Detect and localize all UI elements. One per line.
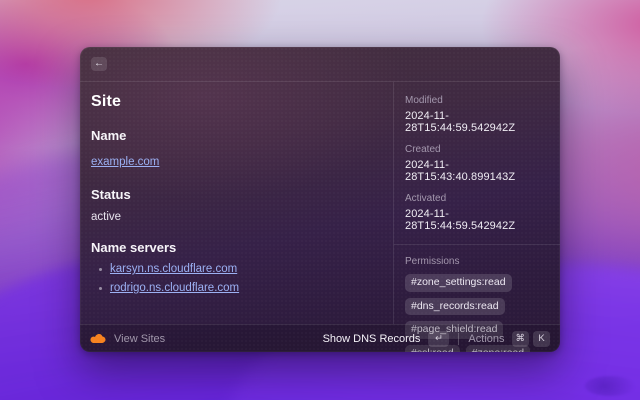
nameserver-list: karsyn.ns.cloudflare.com rodrigo.ns.clou… [91, 263, 377, 294]
name-section-heading: Name [91, 128, 377, 143]
metadata-divider [394, 244, 560, 245]
show-dns-records-button[interactable]: Show DNS Records [323, 333, 421, 345]
list-item: karsyn.ns.cloudflare.com [99, 263, 377, 275]
metadata-activated: Activated 2024-11-28T15:44:59.542942Z [405, 193, 550, 232]
created-value: 2024-11-28T15:43:40.899143Z [405, 159, 550, 183]
bullet-icon [99, 287, 102, 290]
created-label: Created [405, 144, 550, 155]
metadata-modified: Modified 2024-11-28T15:44:59.542942Z [405, 95, 550, 134]
permissions-label: Permissions [405, 256, 550, 267]
nameserver-link[interactable]: rodrigo.ns.cloudflare.com [110, 282, 239, 294]
footer-divider [458, 333, 459, 345]
window-body: Site Name example.com Status active Name… [80, 82, 560, 324]
actions-menu-button[interactable]: Actions [468, 333, 504, 345]
return-key-icon[interactable]: ↵ [428, 331, 449, 347]
modified-label: Modified [405, 95, 550, 106]
metadata-created: Created 2024-11-28T15:43:40.899143Z [405, 144, 550, 183]
nameserver-link[interactable]: karsyn.ns.cloudflare.com [110, 263, 237, 275]
page-title: Site [91, 93, 377, 111]
action-bar: View Sites Show DNS Records ↵ Actions ⌘ … [80, 324, 560, 352]
status-value: active [91, 211, 377, 223]
bullet-icon [99, 268, 102, 271]
extension-label: View Sites [114, 333, 165, 345]
command-key-icon[interactable]: ⌘ [512, 331, 530, 347]
raycast-site-detail-window: ← Site Name example.com Status active Na… [80, 47, 560, 352]
site-detail-panel: Site Name example.com Status active Name… [80, 82, 393, 324]
back-button[interactable]: ← [91, 57, 107, 71]
modified-value: 2024-11-28T15:44:59.542942Z [405, 110, 550, 134]
activated-value: 2024-11-28T15:44:59.542942Z [405, 208, 550, 232]
back-arrow-icon: ← [94, 59, 104, 69]
status-section-heading: Status [91, 187, 377, 202]
metadata-panel: Modified 2024-11-28T15:44:59.542942Z Cre… [393, 82, 560, 324]
wallpaper-watermark [585, 376, 635, 396]
permission-tag: #dns_records:read [405, 298, 505, 316]
k-key-icon[interactable]: K [533, 331, 550, 347]
nameservers-section-heading: Name servers [91, 240, 377, 255]
site-name-link[interactable]: example.com [91, 156, 159, 168]
activated-label: Activated [405, 193, 550, 204]
permission-tag: #zone_settings:read [405, 274, 512, 292]
window-header: ← [80, 47, 560, 82]
cloudflare-cloud-icon [90, 334, 106, 344]
list-item: rodrigo.ns.cloudflare.com [99, 282, 377, 294]
